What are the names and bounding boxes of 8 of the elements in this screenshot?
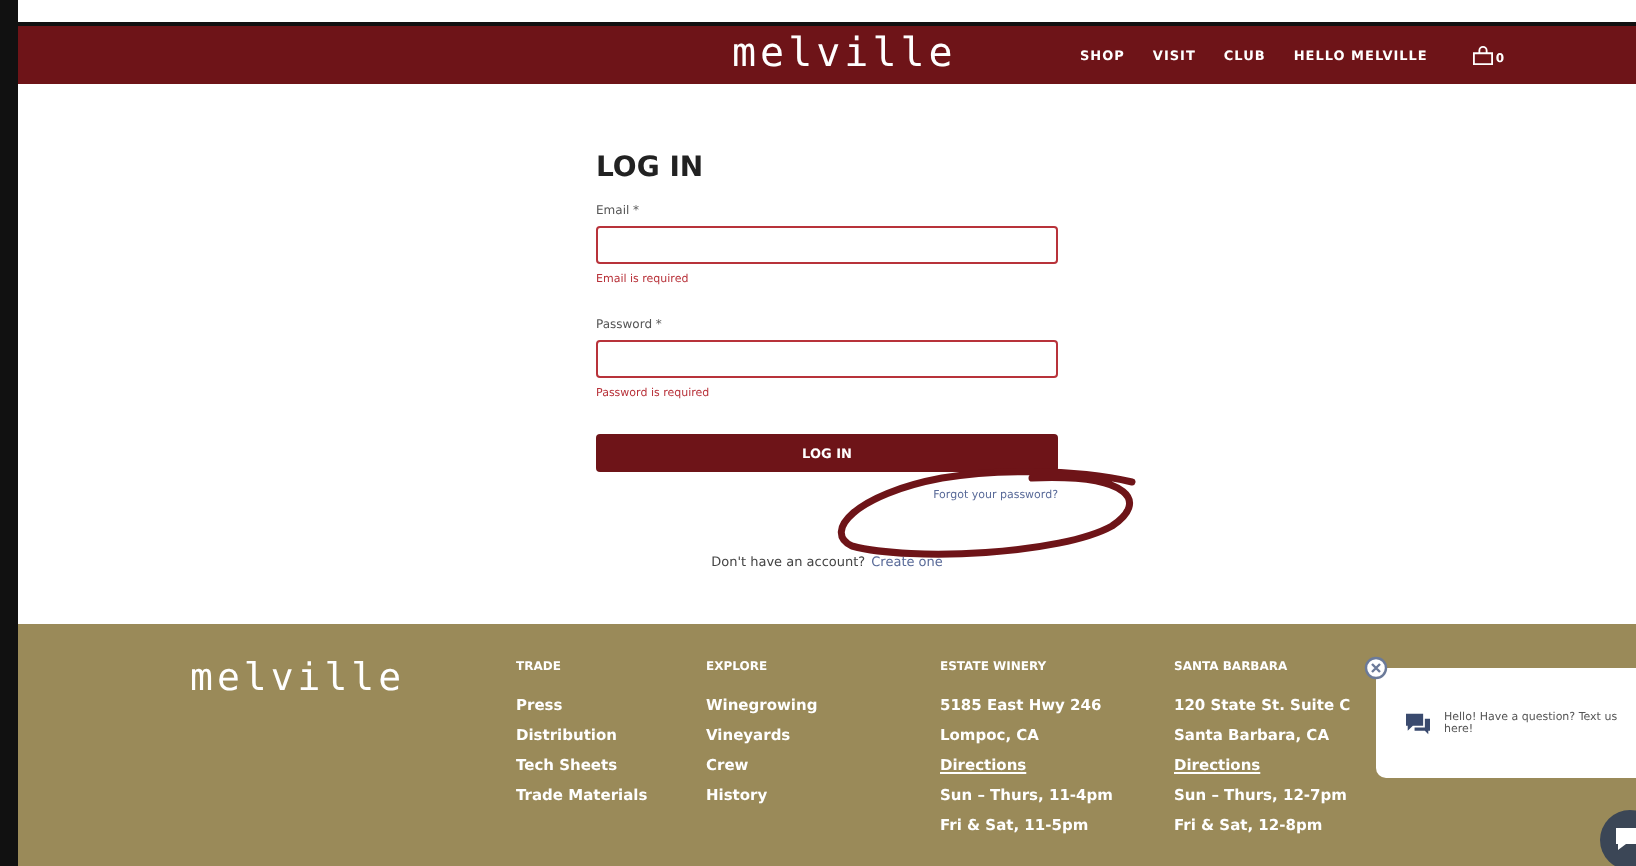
bag-icon[interactable] xyxy=(1471,45,1494,65)
chat-icon xyxy=(1404,711,1432,735)
page-title: LOG IN xyxy=(596,152,706,184)
logo[interactable]: melville xyxy=(732,28,957,76)
input-field[interactable] xyxy=(596,226,1058,264)
input-field[interactable] xyxy=(596,340,1058,378)
footer-logo[interactable]: melville xyxy=(190,656,516,866)
close-icon[interactable] xyxy=(1364,656,1388,680)
